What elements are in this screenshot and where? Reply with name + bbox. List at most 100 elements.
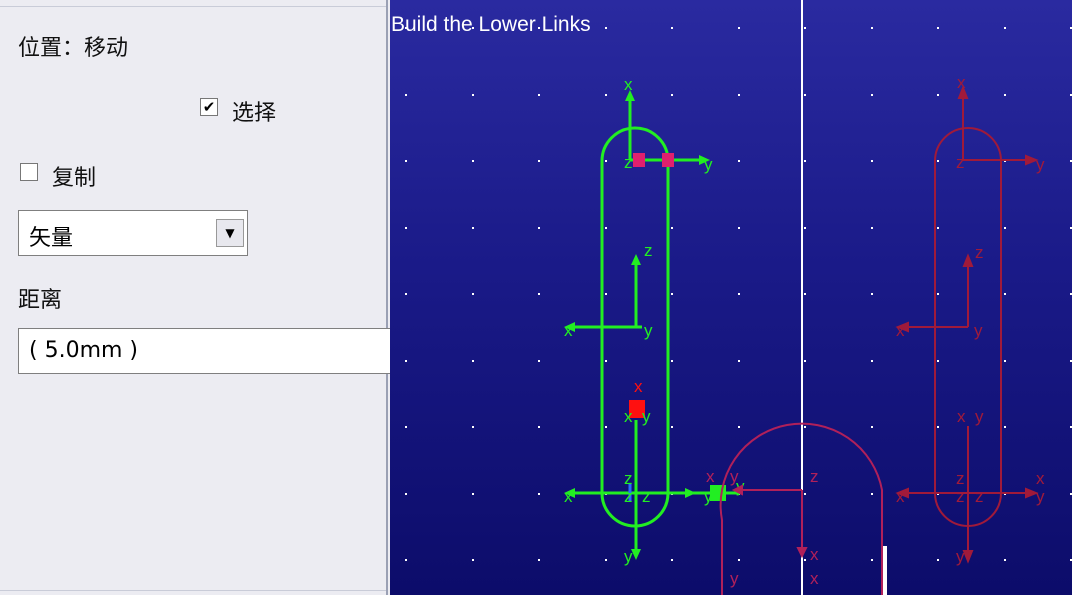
ghost-link-frames: [895, 85, 1039, 564]
grid-dot: [738, 426, 740, 428]
svg-text:x: x: [957, 73, 966, 92]
grid-dot: [605, 293, 607, 295]
copy-checkbox[interactable]: [20, 163, 38, 181]
grid-dot: [1004, 360, 1006, 362]
grid-dot: [1004, 293, 1006, 295]
grid-dot: [1004, 27, 1006, 29]
grid-dot: [937, 27, 939, 29]
grid-dot: [871, 559, 873, 561]
3d-viewport[interactable]: Build the Lower Links x y z z y x x y z …: [390, 0, 1072, 595]
position-mode-label: 位置：移动: [18, 36, 129, 61]
select-checkbox[interactable]: ✔: [200, 98, 218, 116]
svg-text:y: y: [730, 467, 739, 486]
grid-dot: [405, 493, 407, 495]
grid-dot: [405, 27, 407, 29]
grid-dot: [871, 293, 873, 295]
svg-text:x: x: [624, 75, 633, 94]
svg-text:z: z: [624, 153, 633, 172]
grid-dot: [605, 227, 607, 229]
grid-dot: [538, 94, 540, 96]
grid-dot: [472, 227, 474, 229]
svg-text:y: y: [704, 155, 713, 174]
grid-dot: [472, 160, 474, 162]
grid-dot: [671, 227, 673, 229]
grid-dot: [1004, 426, 1006, 428]
grid-dot: [538, 493, 540, 495]
svg-text:x: x: [564, 321, 573, 340]
svg-text:y: y: [956, 547, 965, 566]
grid-dot: [671, 293, 673, 295]
grid-dot: [937, 559, 939, 561]
grid-dot: [472, 559, 474, 561]
scene-canvas: x y z z y x x y z z z x y y y x x y z: [405, 0, 1072, 595]
grid-dot: [472, 360, 474, 362]
red-x-label: x: [634, 377, 643, 396]
grid-dot: [405, 426, 407, 428]
grid-dot: [937, 94, 939, 96]
distance-input[interactable]: ( 5.0mm ): [18, 328, 390, 374]
panel-top-border: [0, 0, 386, 7]
svg-text:z: z: [642, 487, 651, 506]
grid-dot: [871, 227, 873, 229]
svg-text:x: x: [624, 407, 633, 426]
svg-text:y: y: [730, 569, 739, 588]
svg-text:x: x: [564, 487, 573, 506]
svg-text:y: y: [704, 487, 713, 506]
svg-text:x: x: [957, 407, 966, 426]
grid-dot: [738, 293, 740, 295]
grid-dot: [538, 426, 540, 428]
svg-text:x: x: [896, 321, 905, 340]
grid-dot: [538, 559, 540, 561]
grid-dot: [671, 27, 673, 29]
grid-dot: [937, 360, 939, 362]
grid-dot: [871, 426, 873, 428]
grid-dot: [871, 360, 873, 362]
grid-dot: [738, 227, 740, 229]
grid-dot: [405, 227, 407, 229]
grid-dot: [538, 227, 540, 229]
svg-text:z: z: [956, 487, 965, 506]
distance-label: 距离: [18, 288, 63, 313]
svg-text:z: z: [644, 241, 653, 260]
grid-dot: [1004, 94, 1006, 96]
grid-dot: [804, 293, 806, 295]
arc-frame: [731, 484, 808, 559]
grid-dot: [738, 360, 740, 362]
grid-dot: [472, 94, 474, 96]
grid-dot: [738, 27, 740, 29]
grid-dot: [804, 227, 806, 229]
grid-dot: [804, 493, 806, 495]
grid-dot: [1004, 559, 1006, 561]
grid-dot: [472, 27, 474, 29]
svg-text:x: x: [1036, 469, 1045, 488]
grid-dot: [937, 293, 939, 295]
grid-dot: [405, 94, 407, 96]
grid-dot: [871, 493, 873, 495]
grid-dot: [804, 426, 806, 428]
copy-checkbox-label[interactable]: 复制: [52, 160, 96, 192]
grid-dot: [605, 559, 607, 561]
grid-dot: [738, 94, 740, 96]
grid-dot: [405, 559, 407, 561]
grid-dot: [671, 94, 673, 96]
mode-dropdown[interactable]: 矢量 ▼: [18, 210, 248, 256]
grid-dot: [804, 160, 806, 162]
svg-text:z: z: [975, 243, 984, 262]
svg-text:z: z: [956, 469, 965, 488]
svg-text:z: z: [624, 469, 633, 488]
grid-dot: [405, 160, 407, 162]
grid-dot: [871, 94, 873, 96]
grid-dot: [804, 559, 806, 561]
transform-panel: 位置：移动 ✔ 选择 复制 矢量 ▼ 距离 ( 5.0mm ): [0, 0, 390, 595]
checkmark-icon: ✔: [202, 97, 216, 116]
svg-text:x: x: [706, 467, 715, 486]
grid-dot: [937, 227, 939, 229]
svg-text:z: z: [810, 467, 819, 486]
grid-dot: [937, 426, 939, 428]
grid-dot: [538, 27, 540, 29]
grid-dot: [472, 493, 474, 495]
grid-dot: [605, 426, 607, 428]
select-checkbox-label[interactable]: 选择: [232, 95, 276, 127]
panel-bottom-border: [0, 590, 386, 595]
dropdown-arrow-icon[interactable]: ▼: [216, 219, 244, 247]
